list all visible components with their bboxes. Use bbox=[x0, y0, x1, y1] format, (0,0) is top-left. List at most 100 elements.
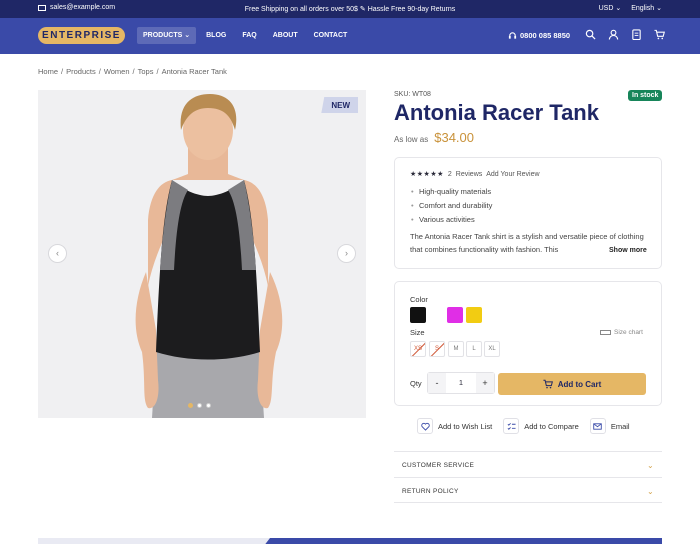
main-header: ENTERPRISE PRODUCTS ⌄ BLOG FAQ ABOUT CON… bbox=[0, 18, 700, 54]
footer-banner-edge bbox=[38, 538, 662, 544]
qty-label: Qty bbox=[410, 378, 422, 388]
logo[interactable]: ENTERPRISE bbox=[38, 27, 125, 44]
show-more-link[interactable]: Show more bbox=[606, 247, 647, 254]
gallery-dot[interactable] bbox=[206, 403, 211, 408]
email-button[interactable]: Email bbox=[589, 418, 630, 434]
add-to-wishlist-button[interactable]: Add to Wish List bbox=[417, 418, 492, 434]
quantity-stepper: - 1 + bbox=[427, 372, 495, 394]
feature-item: Comfort and durability bbox=[410, 201, 646, 210]
phone-number: 0800 085 8850 bbox=[520, 31, 571, 40]
promo-banner: Free Shipping on all orders over 50$ ✎ H… bbox=[0, 5, 700, 13]
color-label: Color bbox=[410, 295, 428, 304]
compare-label: Add to Compare bbox=[524, 421, 579, 431]
qty-input[interactable]: 1 bbox=[446, 373, 476, 393]
user-icon[interactable] bbox=[608, 29, 619, 40]
quantity-row: Qty - 1 + bbox=[410, 372, 495, 394]
feature-item: High-quality materials bbox=[410, 187, 646, 196]
ruler-icon bbox=[600, 330, 611, 335]
options-card: Color Size Size chart XS S M L XL Qty - … bbox=[394, 281, 662, 406]
price-label: As low as bbox=[394, 135, 429, 144]
breadcrumb: Home / Products / Women / Tops / Antonia Rac… bbox=[38, 67, 227, 76]
feature-list: High-quality materials Comfort and durab… bbox=[410, 187, 646, 224]
phone-link[interactable]: 0800 085 8850 bbox=[508, 31, 570, 40]
heart-icon bbox=[417, 418, 433, 434]
add-to-cart-button[interactable]: Add to Cart bbox=[498, 373, 646, 395]
gallery-dot[interactable] bbox=[188, 403, 193, 408]
accordion-title: CUSTOMER SERVICE bbox=[402, 462, 475, 469]
reviews-link[interactable]: Reviews bbox=[456, 171, 482, 178]
accordion-return-policy[interactable]: RETURN POLICY ⌄ bbox=[394, 477, 662, 503]
main-nav: PRODUCTS ⌄ BLOG FAQ ABOUT CONTACT bbox=[137, 27, 353, 44]
chevron-down-icon: ⌄ bbox=[646, 487, 654, 496]
add-to-cart-label: Add to Cart bbox=[557, 379, 602, 389]
chevron-down-icon: ⌄ bbox=[646, 461, 654, 470]
product-price: $34.00 bbox=[434, 130, 474, 145]
language-value: English bbox=[631, 5, 655, 12]
size-label: Size bbox=[410, 328, 425, 337]
nav-blog[interactable]: BLOG bbox=[200, 27, 232, 44]
qty-increase-button[interactable]: + bbox=[476, 373, 494, 393]
size-option-m[interactable]: M bbox=[448, 341, 464, 357]
currency-value: USD bbox=[598, 5, 614, 12]
cart-icon[interactable] bbox=[654, 29, 665, 40]
product-actions: Add to Wish List Add to Compare Email bbox=[417, 418, 630, 434]
size-option-l[interactable]: L bbox=[466, 341, 482, 357]
language-selector[interactable]: English ⌄ bbox=[631, 4, 662, 12]
envelope-icon bbox=[589, 418, 606, 434]
product-image bbox=[38, 90, 366, 418]
accordion-title: RETURN POLICY bbox=[402, 488, 459, 495]
breadcrumb-tops[interactable]: Tops bbox=[138, 67, 154, 76]
gallery-next-button[interactable]: › bbox=[337, 244, 356, 263]
star-rating: ★★★★★ bbox=[410, 171, 444, 178]
reviews-count: 2 bbox=[447, 170, 452, 178]
headset-icon bbox=[508, 32, 517, 39]
rating-row: ★★★★★ 2 Reviews Add Your Review bbox=[410, 170, 646, 179]
accordion-customer-service[interactable]: CUSTOMER SERVICE ⌄ bbox=[394, 451, 662, 477]
color-swatch-yellow[interactable] bbox=[466, 307, 482, 323]
wishlist-label: Add to Wish List bbox=[438, 421, 493, 431]
search-icon[interactable] bbox=[585, 29, 596, 40]
returns-icon: ✎ bbox=[359, 6, 368, 13]
nav-label: PRODUCTS bbox=[143, 32, 183, 39]
size-option-xl[interactable]: XL bbox=[484, 341, 500, 357]
nav-contact[interactable]: CONTACT bbox=[308, 27, 354, 44]
add-to-compare-button[interactable]: Add to Compare bbox=[503, 418, 579, 434]
breadcrumb-women[interactable]: Women bbox=[104, 67, 130, 76]
new-badge: NEW bbox=[321, 97, 358, 113]
feature-item: Various activities bbox=[410, 215, 646, 224]
price-row: As low as $34.00 bbox=[394, 130, 474, 145]
size-option-xs[interactable]: XS bbox=[410, 341, 426, 357]
returns-text: Hassle Free 90-day Returns bbox=[367, 6, 456, 13]
nav-faq[interactable]: FAQ bbox=[236, 27, 262, 44]
compare-icon bbox=[503, 418, 520, 434]
size-option-s[interactable]: S bbox=[429, 341, 445, 357]
header-icons bbox=[585, 29, 665, 40]
product-gallery[interactable]: NEW ‹ › bbox=[38, 90, 366, 418]
email-label: Email bbox=[610, 421, 630, 431]
shipping-text: Free Shipping on all orders over 50$ bbox=[244, 6, 358, 13]
chevron-down-icon: ⌄ bbox=[184, 32, 191, 39]
gallery-dot[interactable] bbox=[197, 403, 202, 408]
nav-about[interactable]: ABOUT bbox=[267, 27, 304, 44]
color-swatch-magenta[interactable] bbox=[447, 307, 463, 323]
breadcrumb-separator: / bbox=[61, 67, 64, 76]
color-swatch-white[interactable] bbox=[428, 307, 444, 323]
breadcrumb-home[interactable]: Home bbox=[38, 67, 58, 76]
add-review-link[interactable]: Add Your Review bbox=[486, 171, 539, 178]
chevron-down-icon: ⌄ bbox=[615, 5, 622, 12]
clipboard-icon[interactable] bbox=[631, 29, 642, 40]
breadcrumb-products[interactable]: Products bbox=[66, 67, 96, 76]
nav-products[interactable]: PRODUCTS ⌄ bbox=[137, 27, 197, 44]
footer-banner-light bbox=[38, 538, 270, 544]
breadcrumb-separator: / bbox=[98, 67, 101, 76]
product-sku: SKU: WT08 bbox=[394, 91, 431, 98]
top-bar-selectors: USD ⌄ English ⌄ bbox=[599, 4, 662, 12]
currency-selector[interactable]: USD ⌄ bbox=[599, 4, 622, 12]
size-chart-link[interactable]: Size chart bbox=[600, 329, 643, 336]
qty-decrease-button[interactable]: - bbox=[428, 373, 446, 393]
color-swatch-black[interactable] bbox=[410, 307, 426, 323]
top-bar: sales@example.com Free Shipping on all o… bbox=[0, 0, 700, 18]
gallery-dots bbox=[188, 403, 211, 408]
gallery-prev-button[interactable]: ‹ bbox=[48, 244, 67, 263]
chevron-down-icon: ⌄ bbox=[656, 5, 662, 12]
